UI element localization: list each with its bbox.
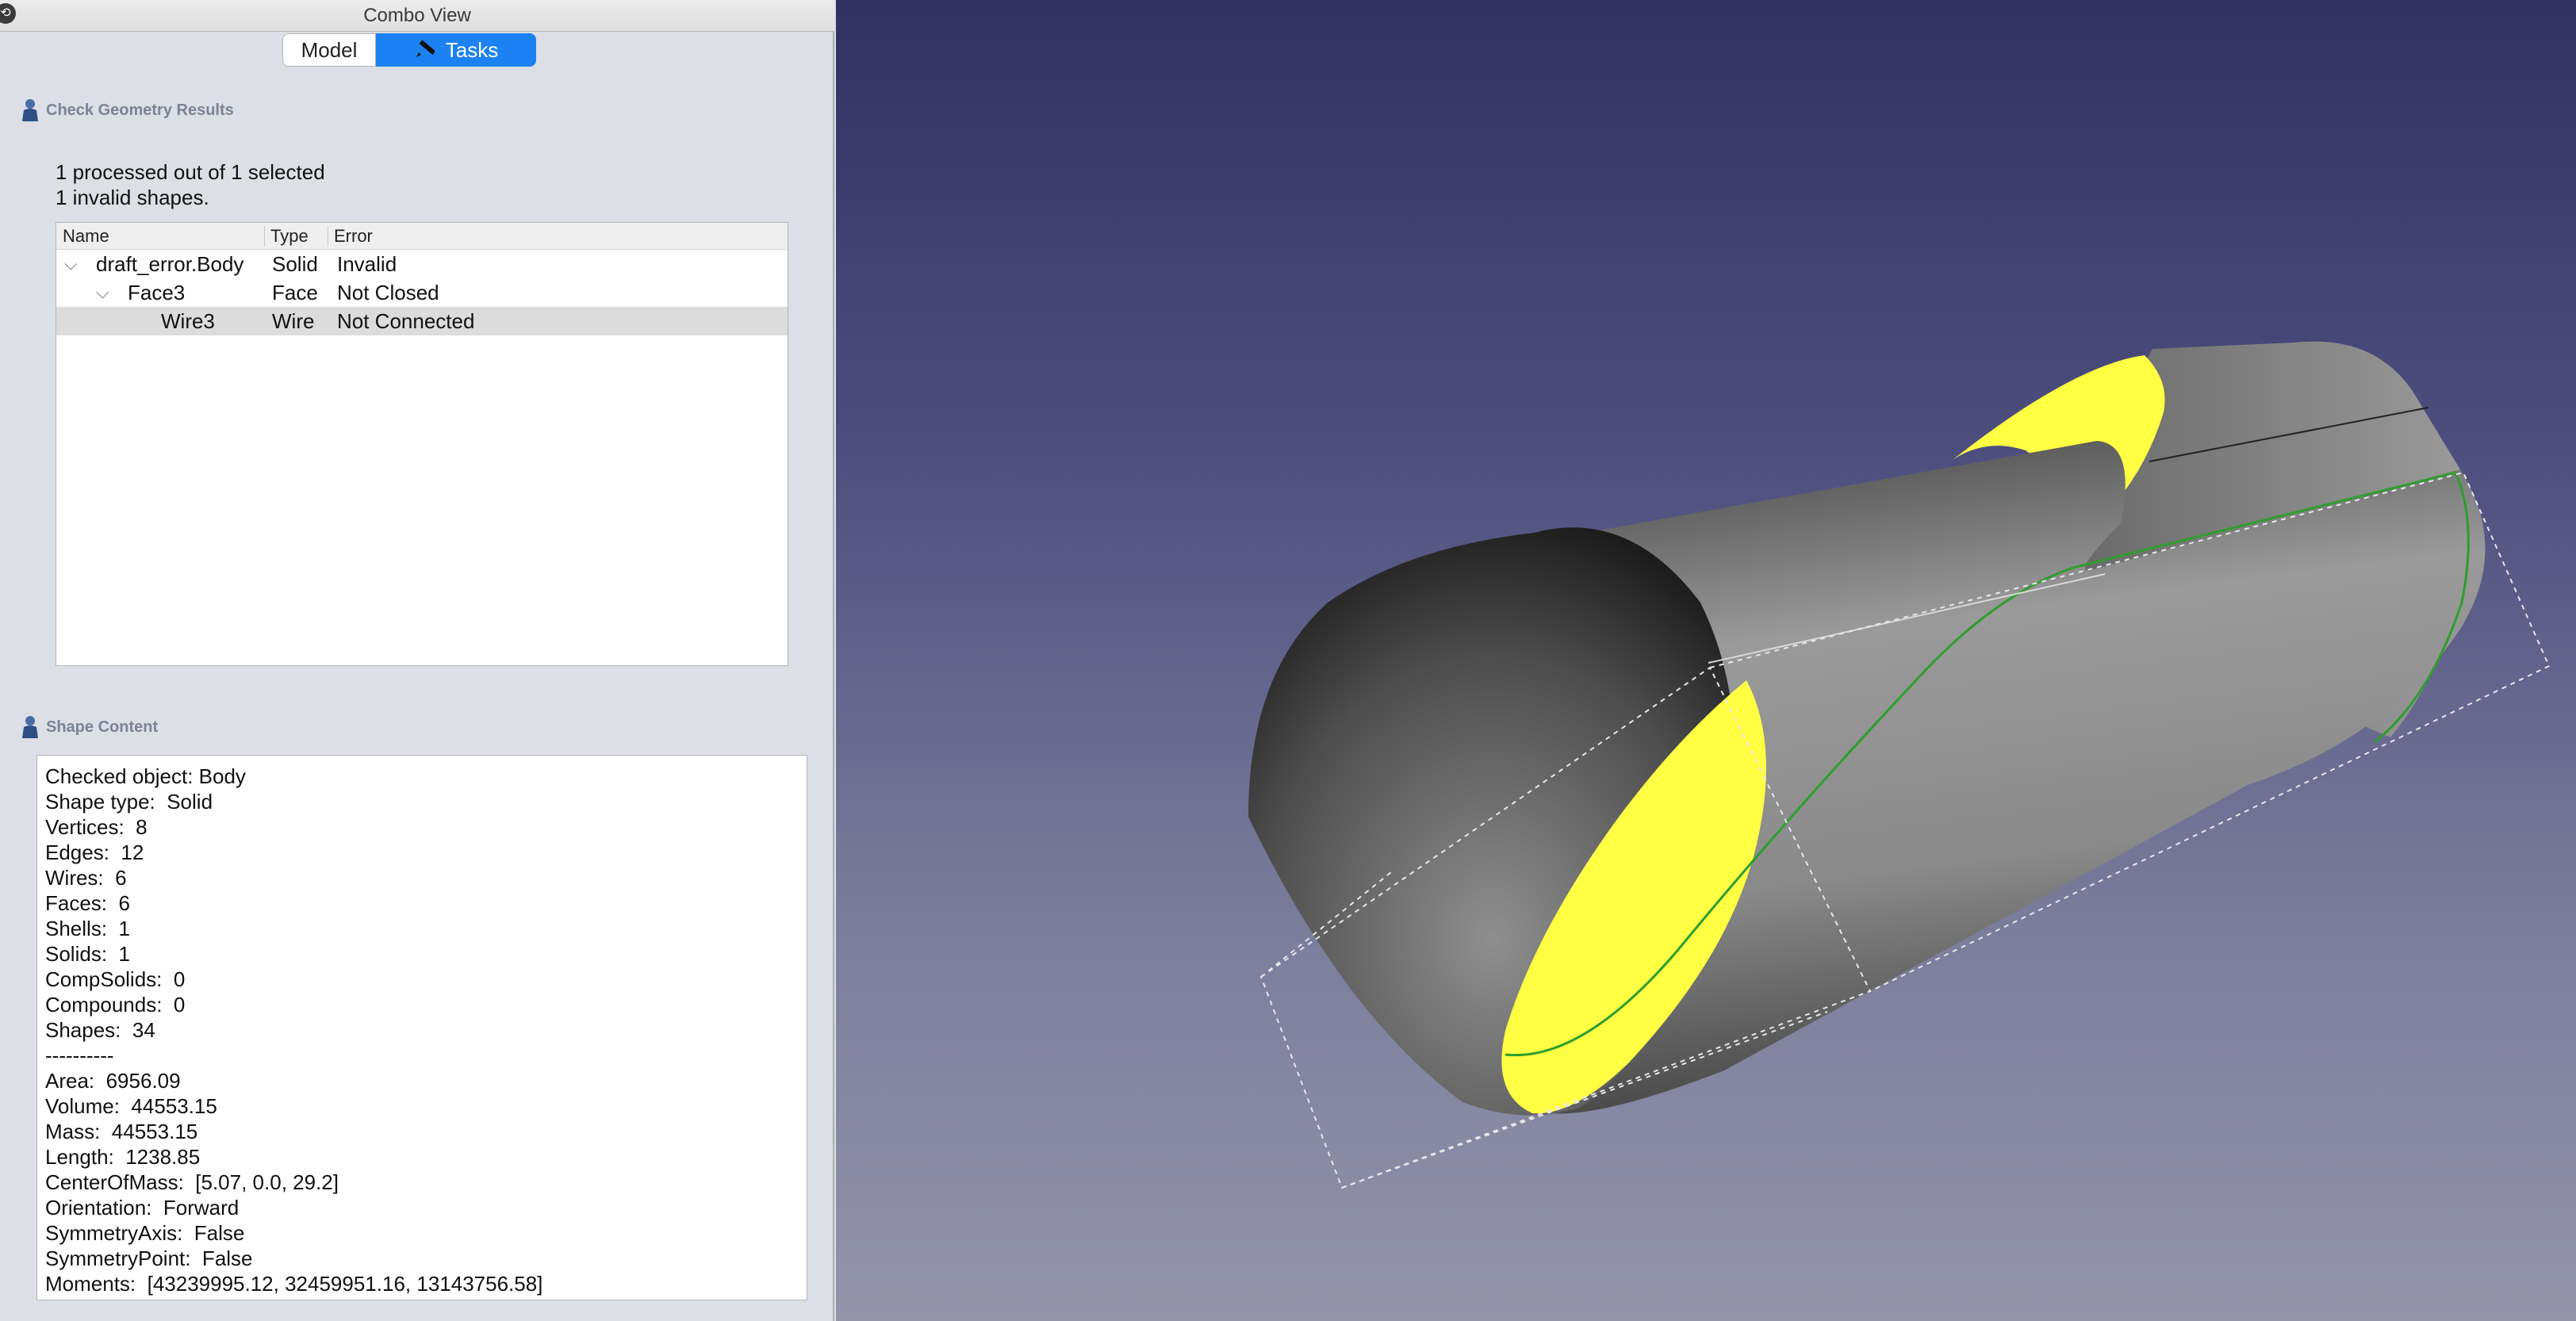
chevron-down-icon[interactable]: ⌵ [64,254,78,274]
content-line: CenterOfMass: [5.07, 0.0, 29.2] [45,1170,339,1194]
row-type: Solid [272,252,318,276]
row-type: Wire [272,309,315,333]
row-name: draft_error.Body [96,252,244,276]
content-line: Compounds: 0 [45,993,186,1017]
chevron-down-icon[interactable]: ⌵ [96,282,109,303]
content-line: Checked object: Body [45,764,246,788]
check-results-title: Check Geometry Results [46,101,234,119]
tab-model[interactable]: Model [282,33,376,67]
content-line: Orientation: Forward [45,1196,240,1220]
person-icon [22,99,38,121]
row-type: Face [272,281,318,304]
tab-tasks[interactable]: Tasks [376,33,536,67]
content-line: Shape type: Solid [45,790,213,814]
column-error[interactable]: Error [334,226,373,247]
column-type[interactable]: Type [270,226,309,247]
row-name: Wire3 [161,309,215,333]
content-line: Moments: [43239995.12, 32459951.16, 1314… [45,1272,543,1296]
window-title: Combo View [363,5,471,26]
tree-row-face3[interactable]: ⌵ Face3 Face Not Closed [56,278,788,307]
shape-content-title: Shape Content [46,718,159,736]
content-line: Shells: 1 [45,917,130,940]
tree-row-body[interactable]: ⌵ draft_error.Body Solid Invalid [56,250,788,278]
content-line: ---------- [45,1043,114,1067]
shape-content-text[interactable]: Checked object: Body Shape type: Solid V… [36,755,807,1300]
content-line: Mass: 44553.15 [45,1120,198,1143]
content-line: Vertices: 8 [45,815,148,839]
content-line: Area: 6956.09 [45,1069,181,1093]
3d-model-canvas[interactable] [836,0,2576,1321]
row-name: Face3 [128,281,186,304]
row-error: Not Closed [337,281,439,304]
invalid-count: 1 invalid shapes. [56,186,209,209]
person-icon [22,716,38,738]
content-line: Faces: 6 [45,891,130,915]
tree-header: Name Type Error [56,223,788,250]
content-line: Edges: 12 [45,840,144,864]
results-tree[interactable]: Name Type Error ⌵ draft_error.Body Solid… [56,222,788,666]
content-line: Solids: 1 [45,942,130,966]
row-error: Not Connected [337,309,475,333]
content-line: CompSolids: 0 [45,967,186,991]
title-bar: ⟲ Combo View [0,0,834,32]
pencil-ruler-icon [416,40,435,57]
content-line: Length: 1238.85 [45,1145,201,1169]
tab-tasks-label: Tasks [445,38,499,62]
processed-count: 1 processed out of 1 selected [56,160,325,184]
combo-view-panel: ⟲ Combo View Model Tasks Check Geometry … [0,0,834,1321]
tree-row-wire3[interactable]: Wire3 Wire Not Connected [56,307,788,335]
content-line: SymmetryPoint: False [45,1246,253,1270]
check-results-header: Check Geometry Results [21,98,234,122]
tab-bar: Model Tasks [282,33,536,67]
row-error: Invalid [337,252,397,276]
3d-viewport[interactable] [836,0,2576,1321]
shape-content-header: Shape Content [21,715,158,739]
column-name[interactable]: Name [63,226,109,247]
content-line: SymmetryAxis: False [45,1221,245,1245]
content-line: Volume: 44553.15 [45,1094,217,1118]
content-line: Wires: 6 [45,866,127,890]
content-line: Shapes: 34 [45,1018,155,1042]
